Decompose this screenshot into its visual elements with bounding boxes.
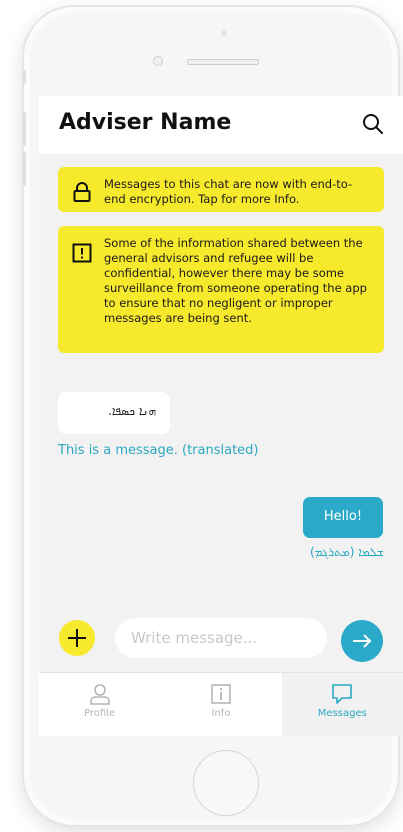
info-icon bbox=[211, 684, 231, 704]
message-icon bbox=[332, 684, 353, 704]
tab-messages-label: Messages bbox=[317, 708, 367, 719]
person-icon bbox=[89, 684, 110, 705]
tab-profile[interactable]: Profile bbox=[39, 673, 160, 736]
front-camera bbox=[153, 56, 163, 66]
send-button[interactable] bbox=[341, 620, 383, 662]
phone-volume-up-button bbox=[22, 112, 26, 146]
phone-sensor bbox=[221, 30, 227, 36]
surveillance-notice-text: Some of the information shared between t… bbox=[104, 236, 367, 325]
lock-icon bbox=[73, 182, 91, 202]
chat-screen: Adviser Name Messages to this chat are n… bbox=[39, 96, 403, 736]
surveillance-notice: Some of the information shared between t… bbox=[58, 226, 384, 353]
search-button[interactable] bbox=[361, 112, 387, 138]
plus-icon bbox=[68, 629, 86, 647]
phone-volume-down-button bbox=[22, 152, 26, 186]
search-icon bbox=[363, 114, 383, 134]
outgoing-message: Hello! bbox=[303, 497, 383, 538]
encryption-notice-text: Messages to this chat are now with end-t… bbox=[104, 177, 353, 206]
encryption-notice[interactable]: Messages to this chat are now with end-t… bbox=[58, 167, 384, 212]
outgoing-message-text: Hello! bbox=[323, 509, 363, 524]
home-button[interactable] bbox=[193, 750, 259, 816]
incoming-translation: This is a message. (translated) bbox=[58, 443, 259, 458]
tab-info-label: Info bbox=[211, 708, 231, 719]
outgoing-translation: ܫܠܡܐ (ܡܬܪܓܡ) bbox=[309, 545, 384, 559]
tab-bar: Profile Info Messages bbox=[39, 672, 403, 736]
incoming-message: ܗܢܐ ܟܣܦܐ. bbox=[58, 392, 170, 434]
tab-profile-label: Profile bbox=[84, 708, 116, 719]
message-input[interactable] bbox=[115, 618, 327, 658]
incoming-message-text: ܗܢܐ ܟܣܦܐ. bbox=[108, 404, 156, 418]
arrow-right-icon bbox=[353, 634, 372, 648]
warning-icon bbox=[72, 243, 92, 263]
chat-header: Adviser Name bbox=[39, 96, 403, 154]
tab-info[interactable]: Info bbox=[160, 673, 281, 736]
tab-messages[interactable]: Messages bbox=[281, 673, 403, 736]
page-title: Adviser Name bbox=[59, 110, 232, 135]
phone-speaker bbox=[187, 59, 259, 65]
add-attachment-button[interactable] bbox=[59, 620, 95, 656]
composer bbox=[39, 614, 403, 664]
phone-side-button bbox=[22, 70, 26, 84]
